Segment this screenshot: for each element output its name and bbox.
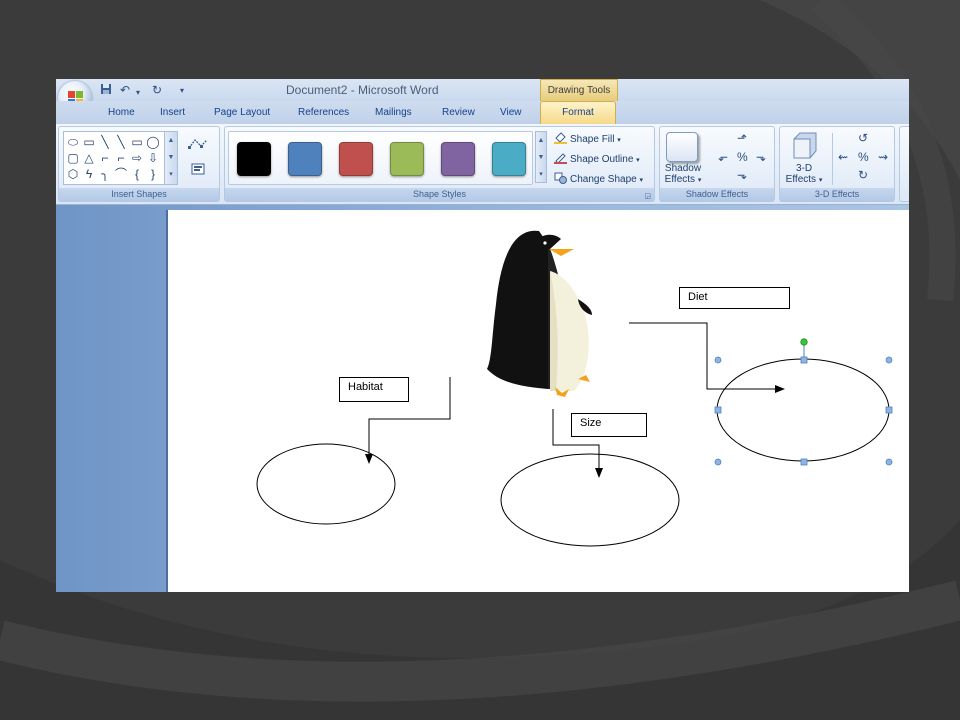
habitat-textbox[interactable]: Habitat (339, 377, 409, 402)
corner-handle[interactable] (714, 458, 722, 466)
diet-textbox[interactable]: Diet (679, 287, 790, 309)
corner-handle[interactable] (885, 356, 893, 364)
penguin-beak (549, 249, 574, 256)
corner-handle[interactable] (714, 356, 722, 364)
dialog-launcher-icon[interactable]: ◲ (644, 192, 651, 200)
corner-handle[interactable] (885, 458, 893, 466)
rotate-handle[interactable] (800, 338, 808, 346)
side-handle[interactable] (800, 458, 808, 466)
side-handle[interactable] (714, 406, 722, 414)
habitat-ellipse[interactable] (256, 443, 396, 525)
diet-ellipse[interactable] (716, 358, 890, 462)
drawing-canvas (256, 230, 893, 547)
size-ellipse[interactable] (500, 453, 680, 547)
side-handle[interactable] (885, 406, 893, 414)
side-handle[interactable] (800, 356, 808, 364)
word-window: Document2 - Microsoft Word Drawing Tools… (56, 79, 909, 592)
penguin-clipart[interactable] (487, 230, 592, 397)
size-textbox[interactable]: Size (571, 413, 647, 437)
